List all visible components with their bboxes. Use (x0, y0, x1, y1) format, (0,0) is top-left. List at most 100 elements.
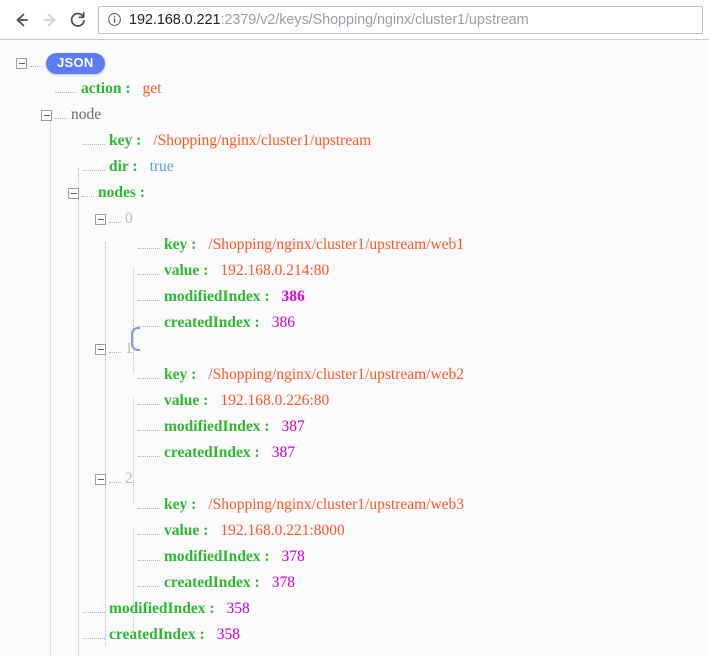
tree-row-item-value[interactable]: value : 192.168.0.226:80 (0, 388, 709, 414)
tree-row-item-key[interactable]: key : /Shopping/nginx/cluster1/upstream/… (0, 232, 709, 258)
key-item-value: value : (164, 392, 209, 409)
collapse-toggle-node-item[interactable] (95, 343, 106, 355)
tree-row-item-key[interactable]: key : /Shopping/nginx/cluster1/upstream/… (0, 492, 709, 518)
json-tree-viewer: JSON action : get node key : /Shopping/n… (0, 40, 709, 656)
tree-row-item-modifiedindex[interactable]: modifiedIndex : 386 (0, 284, 709, 310)
value-node-createdindex: 358 (216, 626, 240, 643)
value-item-key: /Shopping/nginx/cluster1/upstream/web2 (208, 366, 465, 383)
key-node-dir: dir : (109, 158, 138, 175)
tree-row-action[interactable]: action : get (0, 76, 709, 102)
value-action: get (142, 80, 162, 97)
key-item-key: key : (164, 236, 197, 253)
tree-connector (138, 268, 160, 275)
tree-row-nodes[interactable]: nodes : (0, 180, 709, 206)
tree-row-item-value[interactable]: value : 192.168.0.221:8000 (0, 518, 709, 544)
tree-row-node[interactable]: node (0, 102, 709, 128)
tree-connector (83, 164, 105, 171)
tree-connector (55, 86, 77, 93)
back-arrow-icon (16, 13, 28, 26)
browser-toolbar: 192.168.0.221:2379/v2/keys/Shopping/ngin… (0, 0, 709, 40)
value-item-value: 192.168.0.214:80 (220, 262, 330, 279)
key-nodes: nodes : (98, 184, 145, 201)
tree-connector (138, 424, 160, 431)
key-node-createdindex: createdIndex : (109, 626, 205, 643)
tree-connector (138, 502, 160, 509)
address-bar-text: 192.168.0.221:2379/v2/keys/Shopping/ngin… (129, 12, 529, 28)
key-item-value: value : (164, 262, 209, 279)
tree-row-item-createdindex[interactable]: createdIndex : 386 (0, 310, 709, 336)
key-item-modifiedindex: modifiedIndex : (164, 288, 270, 305)
address-bar[interactable]: 192.168.0.221:2379/v2/keys/Shopping/ngin… (98, 5, 703, 34)
tree-row-node-item[interactable]: 2 (0, 466, 709, 492)
json-root-badge: JSON (46, 52, 105, 74)
site-info-icon[interactable] (107, 12, 122, 27)
key-node: node (71, 106, 102, 123)
key-item-key: key : (164, 496, 197, 513)
tree-row-item-value[interactable]: value : 192.168.0.214:80 (0, 258, 709, 284)
key-item-modifiedindex: modifiedIndex : (164, 548, 270, 565)
tree-row-root[interactable]: JSON (0, 50, 709, 76)
tree-connector (83, 606, 105, 613)
tree-connector (138, 294, 160, 301)
url-path: :2379/v2/keys/Shopping/nginx/cluster1/up… (220, 11, 529, 28)
value-item-value: 192.168.0.221:8000 (220, 522, 345, 539)
tree-connector (83, 632, 105, 639)
tree-connector (109, 216, 121, 223)
key-item-modifiedindex: modifiedIndex : (164, 418, 270, 435)
tree-row-node-dir[interactable]: dir : true (0, 154, 709, 180)
value-item-createdindex: 386 (271, 314, 295, 331)
key-item-key: key : (164, 366, 197, 383)
tree-row-item-createdindex[interactable]: createdIndex : 387 (0, 440, 709, 466)
node-index-label: 0 (125, 210, 133, 227)
tree-row-node-item[interactable]: 0 (0, 206, 709, 232)
value-item-key: /Shopping/nginx/cluster1/upstream/web1 (208, 236, 465, 253)
tree-connector (138, 528, 160, 535)
reload-button[interactable] (64, 6, 92, 34)
tree-connector (138, 450, 160, 457)
tree-connector (138, 398, 160, 405)
collapse-toggle-nodes[interactable] (68, 187, 79, 199)
value-node-modifiedindex: 358 (226, 600, 250, 617)
forward-button[interactable] (36, 6, 64, 34)
key-item-createdindex: createdIndex : (164, 574, 260, 591)
value-item-modifiedindex: 378 (281, 548, 305, 565)
value-node-dir: true (149, 158, 174, 175)
back-button[interactable] (8, 6, 36, 34)
tree-row-node-key[interactable]: key : /Shopping/nginx/cluster1/upstream (0, 128, 709, 154)
key-item-createdindex: createdIndex : (164, 314, 260, 331)
tree-row-item-key[interactable]: key : /Shopping/nginx/cluster1/upstream/… (0, 362, 709, 388)
tree-row-node-modifiedindex[interactable]: modifiedIndex : 358 (0, 596, 709, 622)
url-host: 192.168.0.221 (129, 11, 221, 28)
value-item-modifiedindex: 387 (281, 418, 305, 435)
key-action: action : (81, 80, 131, 97)
value-item-createdindex: 387 (271, 444, 295, 461)
tree-row-node-createdindex[interactable]: createdIndex : 358 (0, 622, 709, 648)
key-item-createdindex: createdIndex : (164, 444, 260, 461)
tree-row-item-modifiedindex[interactable]: modifiedIndex : 378 (0, 544, 709, 570)
key-node-modifiedindex: modifiedIndex : (109, 600, 215, 617)
key-item-value: value : (164, 522, 209, 539)
tree-connector (55, 112, 67, 119)
forward-arrow-icon (44, 13, 56, 26)
tree-row-node-item[interactable]: 1 (0, 336, 709, 362)
value-item-key: /Shopping/nginx/cluster1/upstream/web3 (208, 496, 465, 513)
tree-connector (83, 138, 105, 145)
tree-row-item-modifiedindex[interactable]: modifiedIndex : 387 (0, 414, 709, 440)
collapse-toggle-node[interactable] (41, 109, 52, 121)
tree-connector (138, 580, 160, 587)
collapse-toggle-root[interactable] (16, 57, 27, 69)
tree-connector (138, 554, 160, 561)
tree-connector (138, 320, 160, 327)
tree-connector (109, 476, 121, 483)
value-item-createdindex: 378 (271, 574, 295, 591)
node-index-label: 1 (125, 340, 133, 357)
collapse-toggle-node-item[interactable] (95, 213, 106, 225)
reload-icon (70, 11, 85, 27)
tree-row-item-createdindex[interactable]: createdIndex : 378 (0, 570, 709, 596)
node-index-label: 2 (125, 470, 133, 487)
tree-connector (138, 372, 160, 379)
collapse-toggle-node-item[interactable] (95, 473, 106, 485)
tree-connector (30, 60, 42, 67)
value-node-key: /Shopping/nginx/cluster1/upstream (153, 132, 372, 149)
tree-connector (109, 346, 121, 353)
